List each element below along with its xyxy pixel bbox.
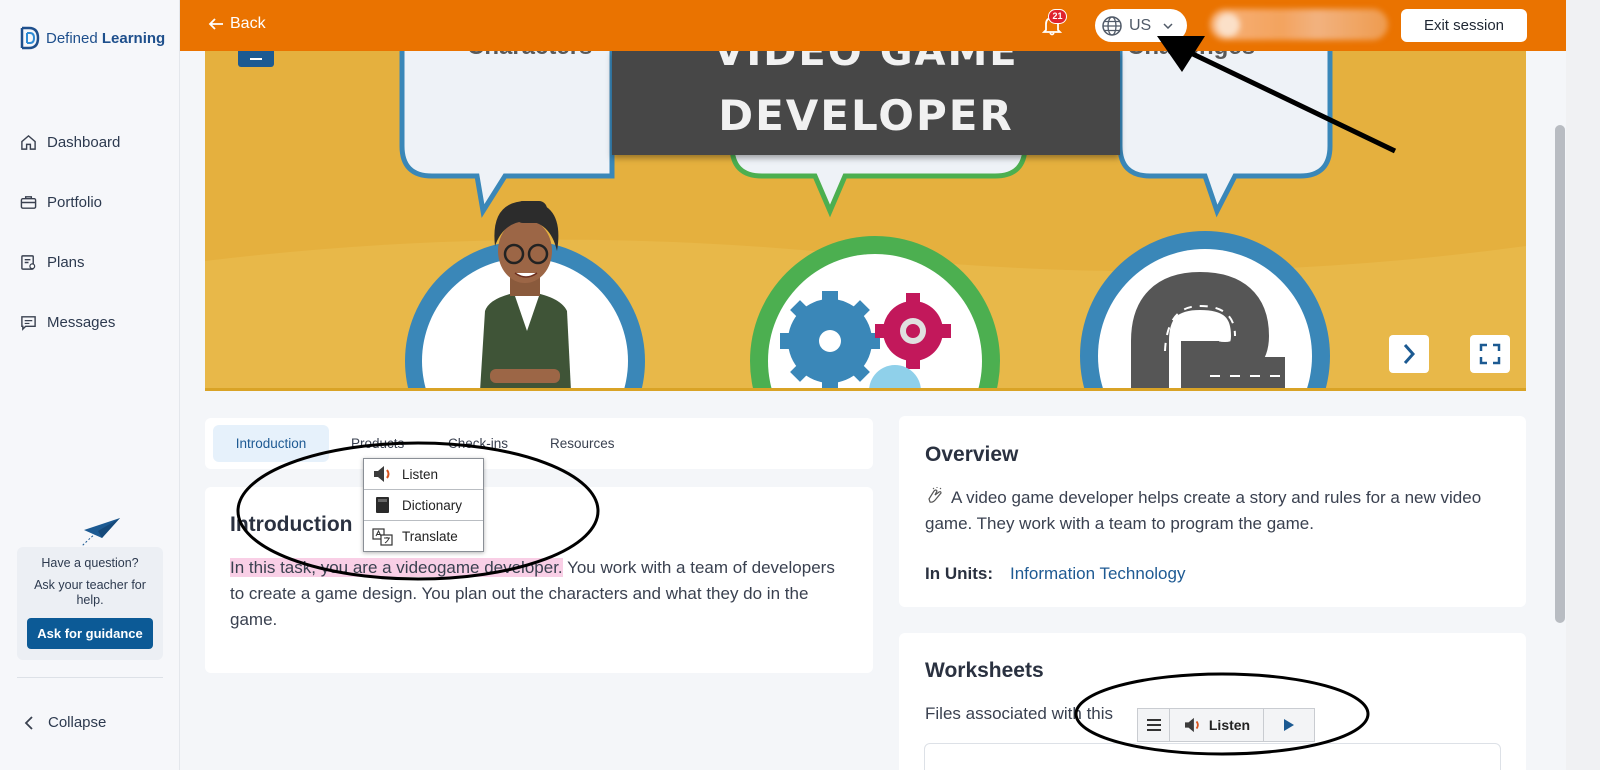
message-icon xyxy=(21,315,36,331)
sidebar-item-plans[interactable]: Plans xyxy=(20,232,120,292)
page-scrollbar-track xyxy=(1566,0,1600,770)
briefcase-icon xyxy=(20,195,37,209)
home-icon xyxy=(21,134,36,150)
help-text: Ask your teacher for help. xyxy=(34,578,146,607)
sidebar-item-portfolio[interactable]: Portfolio xyxy=(20,172,120,232)
tab-introduction[interactable]: Introduction xyxy=(213,425,329,462)
sidebar-divider xyxy=(17,677,163,678)
popup-translate-label: Translate xyxy=(402,529,458,544)
sidebar-item-label: Portfolio xyxy=(47,193,103,211)
exit-session-button[interactable]: Exit session xyxy=(1401,9,1527,42)
banner-title-card: VIDEO GAME DEVELOPER xyxy=(612,51,1120,155)
fullscreen-icon xyxy=(1479,343,1501,365)
collapse-button[interactable]: Collapse xyxy=(24,714,106,731)
listen-toolbar-play[interactable] xyxy=(1264,709,1314,741)
worksheets-title: Worksheets xyxy=(925,659,1044,682)
language-select[interactable]: US xyxy=(1095,9,1187,42)
introduction-card: Introduction In this task, you are a vid… xyxy=(205,487,873,673)
logo-text: Defined Learning xyxy=(46,29,166,47)
listen-toolbar-listen[interactable]: Listen xyxy=(1170,709,1264,741)
sidebar-nav: Dashboard Portfolio Plans Messages xyxy=(20,112,120,352)
introduction-title: Introduction xyxy=(230,513,353,536)
overview-description: A video game developer helps create a st… xyxy=(925,488,1482,533)
plans-icon xyxy=(21,254,36,270)
sidebar-item-label: Plans xyxy=(47,253,85,271)
overview-title: Overview xyxy=(925,443,1019,466)
logo-mark-icon xyxy=(20,26,40,50)
introduction-text: In this task, you are a videogame develo… xyxy=(230,555,840,633)
sidebar-item-label: Dashboard xyxy=(47,133,121,151)
banner-menu-button[interactable] xyxy=(238,51,274,67)
popup-translate[interactable]: Translate xyxy=(364,521,483,552)
sidebar-item-dashboard[interactable]: Dashboard xyxy=(20,112,120,172)
tabs-bar: Introduction Products Check-ins Resource… xyxy=(205,418,873,469)
collapse-label: Collapse xyxy=(48,714,107,731)
listen-toolbar-label: Listen xyxy=(1208,717,1251,733)
play-icon xyxy=(1284,719,1294,731)
top-bar: Back 21 US Exit session xyxy=(180,0,1566,51)
worksheet-file-row[interactable] xyxy=(924,743,1501,770)
banner-title-line1: VIDEO GAME xyxy=(713,51,1019,75)
overview-card: Overview A video game developer helps cr… xyxy=(899,416,1526,607)
chevron-left-icon xyxy=(24,715,33,730)
tab-check-ins[interactable]: Check-ins xyxy=(448,425,508,462)
listen-toolbar: Listen xyxy=(1137,708,1315,742)
units-label: In Units: xyxy=(925,564,993,583)
fullscreen-button[interactable] xyxy=(1470,335,1510,373)
popup-dictionary-label: Dictionary xyxy=(402,497,463,513)
banner-title-line2: DEVELOPER xyxy=(718,91,1014,140)
worksheets-card: Worksheets Files associated with this xyxy=(899,633,1526,770)
worksheets-text: Files associated with this xyxy=(925,704,1114,723)
popup-dictionary[interactable]: Dictionary xyxy=(364,490,483,521)
book-icon xyxy=(376,497,389,513)
paper-plane-icon xyxy=(81,518,120,547)
popup-listen-label: Listen xyxy=(402,466,439,482)
back-label: Back xyxy=(230,15,266,32)
tab-resources[interactable]: Resources xyxy=(550,425,615,462)
sidebar-item-label: Messages xyxy=(47,313,116,331)
popup-listen[interactable]: Listen xyxy=(364,459,483,490)
listen-toolbar-menu[interactable] xyxy=(1138,709,1170,741)
next-slide-button[interactable] xyxy=(1389,335,1429,373)
sidebar: Defined Learning Dashboard Portfolio Pla… xyxy=(0,0,180,770)
user-profile-blurred[interactable] xyxy=(1210,9,1388,40)
units-link[interactable]: Information Technology xyxy=(1010,564,1185,584)
chevron-down-icon xyxy=(1163,22,1173,29)
arrow-left-icon xyxy=(208,18,223,30)
back-button[interactable]: Back xyxy=(208,15,266,33)
overview-units: In Units: Information Technology xyxy=(925,564,1185,584)
defined-learning-logo[interactable]: Defined Learning xyxy=(20,26,165,50)
bubble-label-right: Challenges xyxy=(1127,51,1255,61)
help-question: Have a question? xyxy=(41,556,139,570)
help-card: Have a question? Ask your teacher for he… xyxy=(17,547,163,660)
translate-icon xyxy=(372,527,393,546)
hamburger-icon xyxy=(1146,719,1161,731)
overview-text: A video game developer helps create a st… xyxy=(925,485,1500,537)
sidebar-item-messages[interactable]: Messages xyxy=(20,292,120,352)
chevron-right-icon xyxy=(1403,344,1416,364)
text-tools-popup: Listen Dictionary Translate xyxy=(363,458,484,552)
bubble-label-left: Characters xyxy=(467,51,592,61)
tab-products[interactable]: Products xyxy=(351,425,404,462)
page-scrollbar-thumb[interactable] xyxy=(1555,125,1565,623)
ask-for-guidance-button[interactable]: Ask for guidance xyxy=(27,618,153,649)
project-banner: Characters Challenges VIDEO GAME DEVELOP… xyxy=(205,51,1526,391)
speaker-icon xyxy=(1184,717,1199,733)
highlighted-text[interactable]: In this task, you are a videogame develo… xyxy=(230,558,563,577)
notification-badge: 21 xyxy=(1048,9,1067,24)
speaker-icon xyxy=(374,466,390,482)
language-value: US xyxy=(1129,16,1152,34)
globe-icon xyxy=(1102,15,1122,36)
clapping-hands-icon xyxy=(928,487,942,503)
